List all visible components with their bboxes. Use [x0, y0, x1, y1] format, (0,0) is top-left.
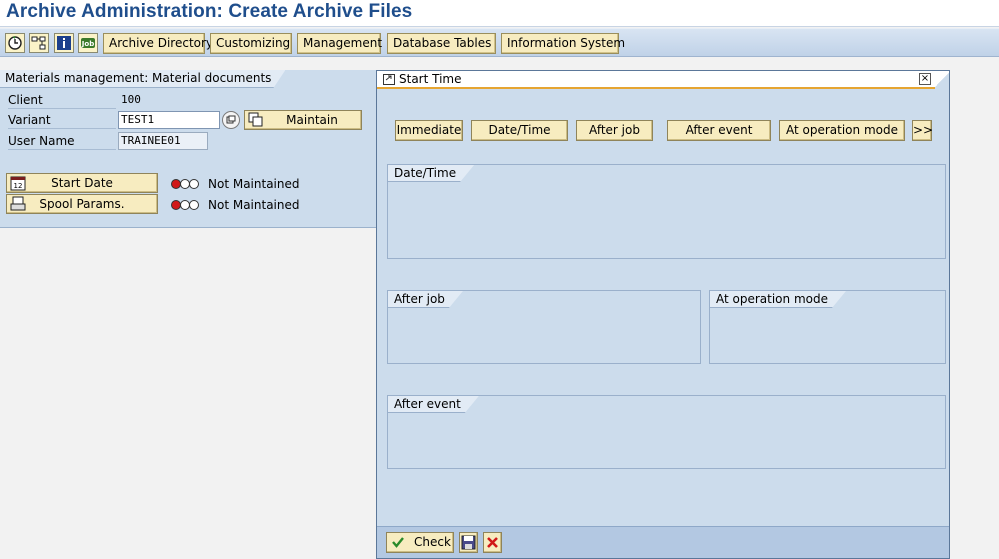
spool-params-button[interactable]: Spool Params. — [6, 194, 158, 214]
variant-detail-icon[interactable] — [222, 111, 240, 129]
after-event-group: After event — [387, 395, 946, 469]
customizing-button[interactable]: Customizing — [210, 33, 292, 54]
job-icon[interactable]: Job — [78, 33, 98, 53]
at-operation-mode-button[interactable]: At operation mode — [779, 120, 905, 141]
title-corner — [935, 71, 949, 89]
date-time-group: Date/Time — [387, 164, 946, 259]
window-icon — [383, 74, 395, 88]
info-icon[interactable] — [54, 33, 74, 53]
svg-text:12: 12 — [14, 182, 23, 190]
checkmark-icon — [391, 535, 405, 555]
panel-group-title: Materials management: Material documents — [0, 70, 285, 88]
date-time-group-title: Date/Time — [388, 165, 474, 182]
client-value: 100 — [121, 93, 141, 106]
start-time-dialog: Start Time × Immediate Date/Time After j… — [376, 70, 950, 559]
start-date-status-lights-icon — [170, 178, 200, 190]
information-system-button[interactable]: Information System — [501, 33, 625, 54]
after-event-button[interactable]: After event — [667, 120, 771, 141]
spool-status: Not Maintained — [208, 198, 300, 212]
at-operation-mode-group-title: At operation mode — [710, 291, 846, 308]
copy-icon — [248, 112, 264, 128]
title-bar: Archive Administration: Create Archive F… — [0, 0, 999, 27]
client-label: Client — [8, 91, 116, 109]
page-title: Archive Administration: Create Archive F… — [6, 1, 413, 22]
at-operation-mode-group: At operation mode — [709, 290, 946, 364]
dialog-title: Start Time — [399, 72, 462, 86]
spool-params-label: Spool Params. — [39, 197, 125, 211]
after-job-group-title: After job — [388, 291, 463, 308]
maintain-label: Maintain — [286, 113, 338, 127]
close-icon[interactable]: × — [919, 73, 931, 85]
hierarchy-icon[interactable] — [29, 33, 49, 53]
archive-settings-panel: Materials management: Material documents… — [0, 70, 376, 228]
calendar-icon: 12 — [10, 175, 26, 191]
execute-icon[interactable] — [5, 33, 25, 53]
after-event-group-title: After event — [388, 396, 479, 413]
start-date-button[interactable]: 12 Start Date — [6, 173, 158, 193]
check-label: Check — [414, 535, 451, 549]
dialog-title-bar: Start Time × — [377, 71, 949, 89]
management-button[interactable]: Management — [297, 33, 382, 54]
save-icon[interactable] — [459, 532, 478, 553]
user-name-value: TRAINEE01 — [118, 132, 208, 150]
start-date-status: Not Maintained — [208, 177, 300, 191]
database-tables-button[interactable]: Database Tables — [387, 33, 496, 54]
more-button[interactable]: >> — [912, 120, 933, 141]
maintain-button[interactable]: Maintain — [244, 110, 362, 130]
after-job-group: After job — [387, 290, 701, 364]
start-date-label: Start Date — [51, 176, 113, 190]
immediate-button[interactable]: Immediate — [395, 120, 463, 141]
archive-directory-button[interactable]: Archive Directory — [103, 33, 213, 54]
after-job-button[interactable]: After job — [576, 120, 653, 141]
date-time-button[interactable]: Date/Time — [471, 120, 568, 141]
printer-icon — [10, 196, 26, 212]
dialog-footer: Check — [377, 526, 949, 558]
variant-label: Variant — [8, 111, 116, 129]
cancel-icon[interactable] — [483, 532, 502, 553]
variant-input[interactable]: TEST1 — [118, 111, 220, 129]
application-toolbar: Job Archive Directory Customizing Manage… — [0, 28, 999, 57]
spool-status-lights-icon — [170, 199, 200, 211]
user-name-label: User Name — [8, 132, 116, 150]
svg-text:Job: Job — [81, 40, 94, 48]
check-button[interactable]: Check — [386, 532, 454, 553]
